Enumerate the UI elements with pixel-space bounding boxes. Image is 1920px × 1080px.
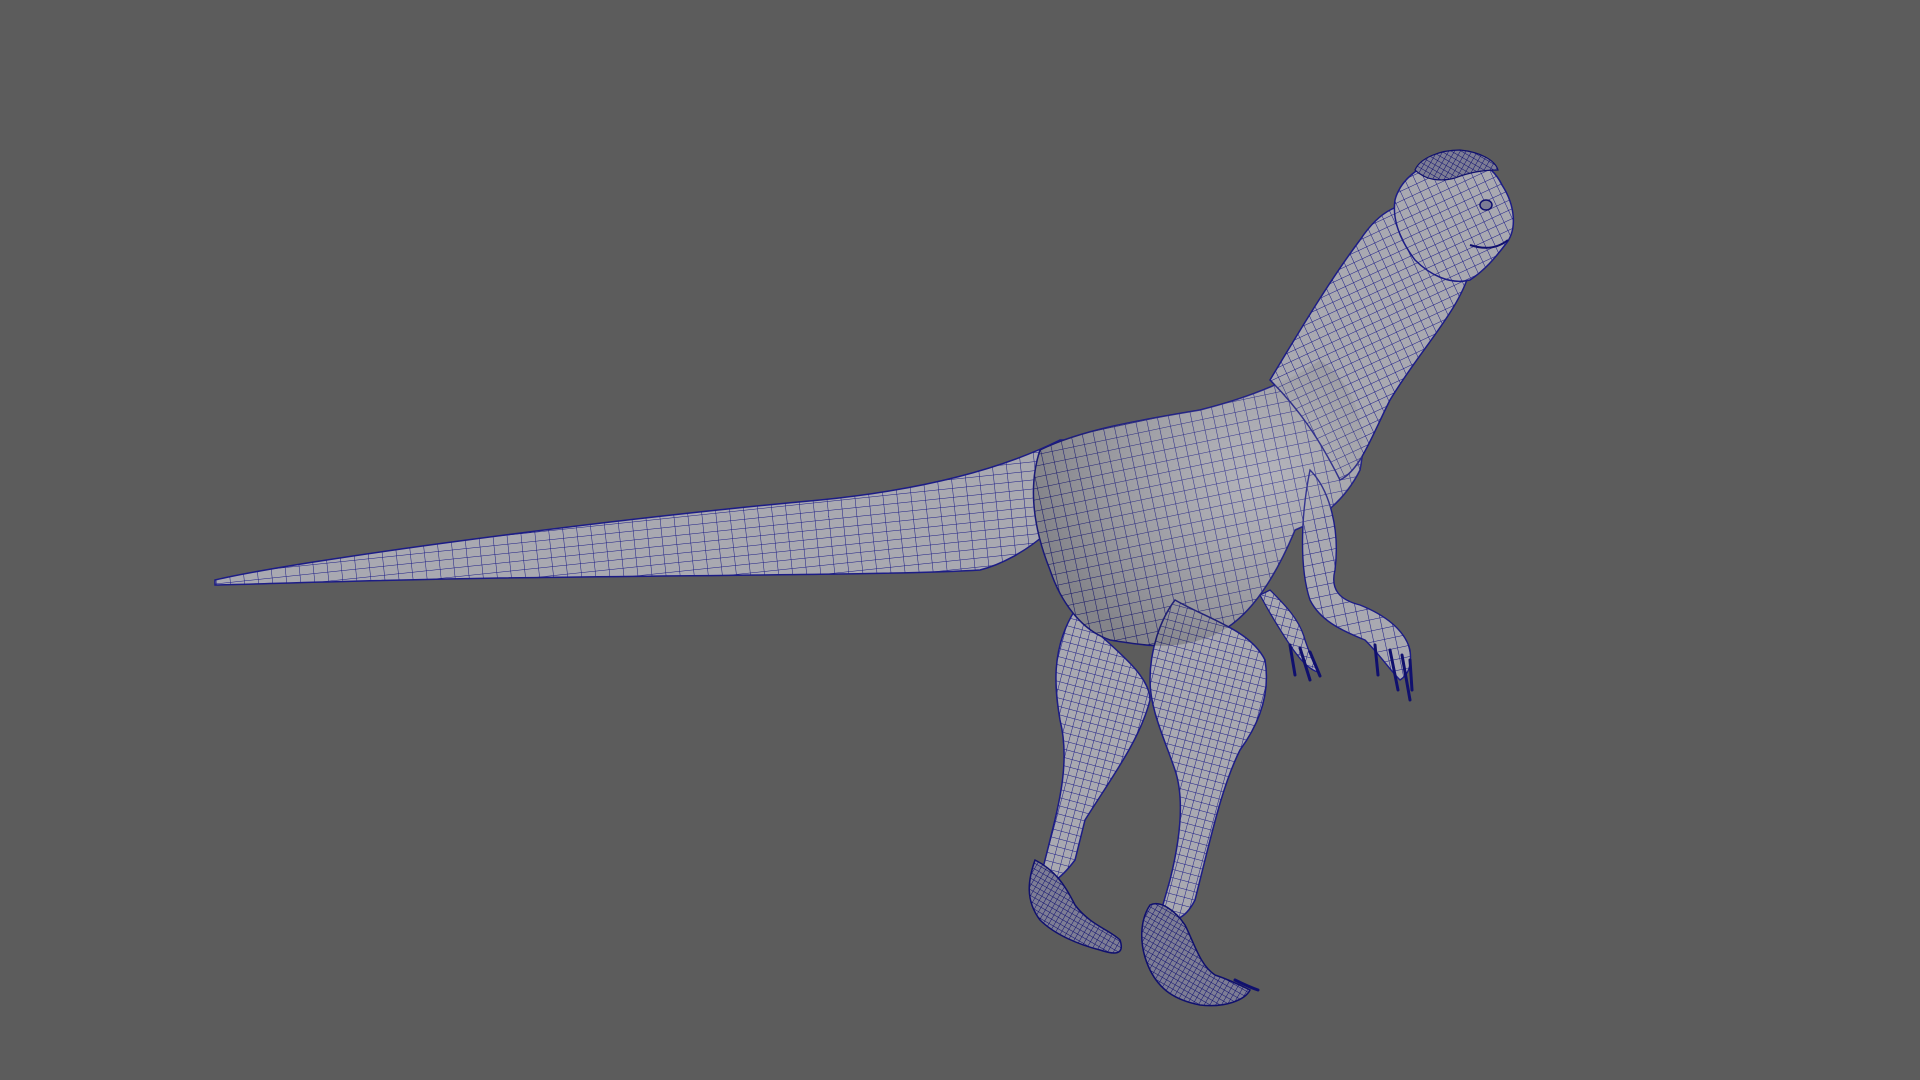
- eye: [1479, 199, 1493, 211]
- dinosaur-model[interactable]: [214, 149, 1515, 1007]
- far-arm[interactable]: [1259, 589, 1322, 682]
- far-foot: [1028, 858, 1122, 954]
- near-leg[interactable]: [1141, 599, 1268, 1007]
- near-thigh: [1149, 599, 1268, 921]
- near-foot: [1141, 903, 1252, 1007]
- tail[interactable]: [214, 439, 1112, 586]
- 3d-viewport[interactable]: [0, 0, 1920, 1080]
- far-leg[interactable]: [1028, 608, 1151, 954]
- far-thigh: [1039, 608, 1151, 885]
- scene-canvas[interactable]: [0, 0, 1920, 1080]
- far-arm-shape: [1259, 589, 1320, 673]
